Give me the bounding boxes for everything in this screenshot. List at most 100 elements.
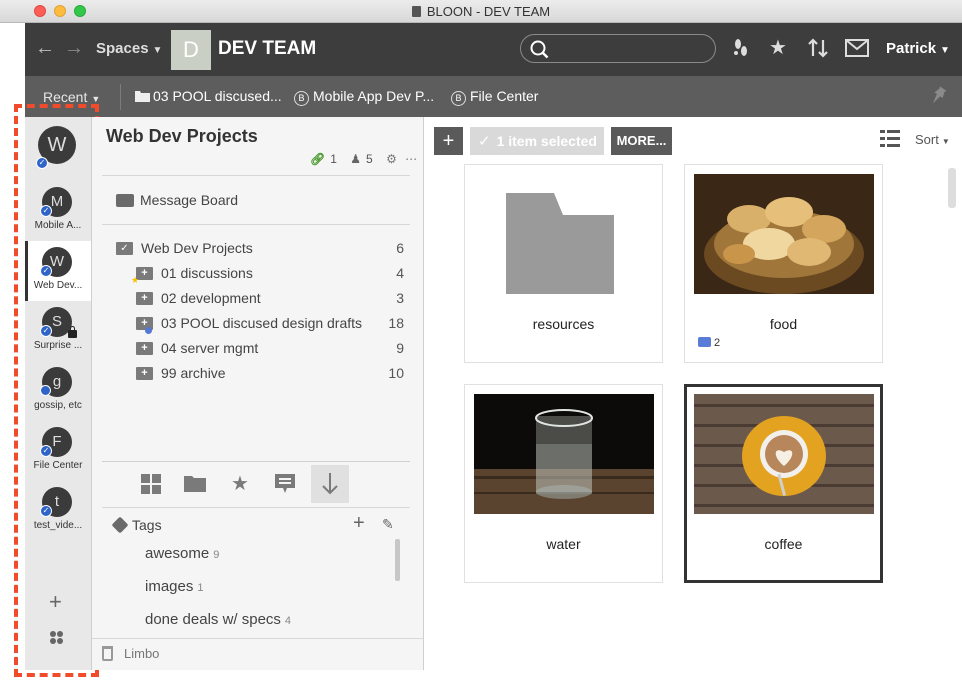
back-arrow-icon[interactable]: ← xyxy=(35,38,55,58)
divider xyxy=(102,175,410,176)
add-item-button[interactable]: + xyxy=(434,127,463,155)
star-icon[interactable]: ★ xyxy=(221,465,259,503)
link-icon: 🔗︎ xyxy=(310,152,326,166)
rail-item-gossip[interactable]: g gossip, etc xyxy=(25,361,91,421)
sort-label: Sort xyxy=(915,132,939,147)
tree-item-root[interactable]: ✓ Web Dev Projects 6 xyxy=(116,239,404,263)
tags-scrollbar[interactable] xyxy=(395,539,400,581)
tree-item-archive[interactable]: + 99 archive 10 xyxy=(116,364,404,388)
file-card-coffee[interactable]: coffee xyxy=(684,384,883,583)
edit-pencil-icon[interactable]: ✎ xyxy=(382,516,394,533)
folder-icon xyxy=(135,91,150,102)
comment-badge-icon xyxy=(145,327,152,334)
recent-link-mobile[interactable]: B Mobile App Dev P... xyxy=(294,88,434,106)
file-card-resources[interactable]: resources xyxy=(464,164,663,363)
rail-item-surprise[interactable]: S ✓ Surprise ... xyxy=(25,301,91,361)
file-card-food[interactable]: food 2 xyxy=(684,164,883,363)
spaces-label: Spaces xyxy=(96,40,149,57)
more-button[interactable]: MORE... xyxy=(611,127,672,155)
file-card-water[interactable]: water xyxy=(464,384,663,583)
divider xyxy=(102,224,410,225)
rail-item-test[interactable]: t ✓ test_vide... xyxy=(25,481,91,541)
status-dot-icon xyxy=(40,385,51,396)
message-board-link[interactable]: Message Board xyxy=(116,192,238,208)
main-scrollbar[interactable] xyxy=(948,168,956,208)
tag-count: 4 xyxy=(284,615,292,627)
folder-icon[interactable] xyxy=(176,465,214,503)
user-menu[interactable]: Patrick ▼ xyxy=(886,40,950,57)
members-count[interactable]: ♟ 5 xyxy=(350,152,377,166)
gear-icon[interactable]: ⚙ xyxy=(386,152,397,166)
window-titlebar: BLOON - DEV TEAM xyxy=(0,0,962,23)
recent-dropdown[interactable]: Recent ▼ xyxy=(43,89,100,105)
spaces-dropdown[interactable]: Spaces ▼ xyxy=(96,40,162,57)
recent-link-filecenter[interactable]: B File Center xyxy=(451,88,538,106)
rail-item-webdev[interactable]: W ✓ Web Dev... xyxy=(25,241,91,301)
recent-link-label: Mobile App Dev P... xyxy=(313,88,435,104)
limbo-label: Limbo xyxy=(124,646,160,661)
panel-view-bar: ★ xyxy=(102,461,410,503)
tree-item-label: Web Dev Projects xyxy=(141,240,253,256)
grid-view-icon[interactable] xyxy=(132,465,170,503)
rail-item-label: test_vide... xyxy=(33,520,83,531)
rail-current-space[interactable]: W ✓ xyxy=(25,117,91,179)
rail-item-filecenter[interactable]: F ✓ File Center xyxy=(25,421,91,481)
tree-item-discussions[interactable]: + ★ 01 discussions 4 xyxy=(116,264,404,288)
comment-icon xyxy=(698,337,711,347)
tags-label: Tags xyxy=(132,517,162,533)
comment-icon[interactable] xyxy=(266,465,304,503)
activity-icon[interactable] xyxy=(731,37,751,64)
tag-icon xyxy=(111,516,129,534)
tree-item-count: 9 xyxy=(396,340,404,356)
comments-count[interactable]: 2 xyxy=(698,337,720,349)
card-name: coffee xyxy=(764,536,803,552)
folder-plus-icon: + xyxy=(136,342,153,355)
search-input[interactable] xyxy=(520,34,716,63)
pin-icon[interactable] xyxy=(928,85,948,107)
chevron-down-icon: ▼ xyxy=(941,137,950,146)
members-icon: ♟ xyxy=(350,152,362,166)
check-badge-icon: ✓ xyxy=(40,505,52,517)
recent-bar: Recent ▼ 03 POOL discused... B Mobile App … xyxy=(25,76,962,117)
limbo-link[interactable]: Limbo xyxy=(92,638,424,670)
forward-arrow-icon[interactable]: → xyxy=(64,38,84,58)
card-name: food xyxy=(769,316,798,332)
folder-plus-icon: + xyxy=(136,367,153,380)
tree-item-server[interactable]: + 04 server mgmt 9 xyxy=(116,339,404,363)
recent-link-pool[interactable]: 03 POOL discused... xyxy=(135,88,282,104)
apps-grid-icon[interactable] xyxy=(50,631,64,645)
tag-item[interactable]: awesome 9 xyxy=(145,545,219,562)
check-badge-icon: ✓ xyxy=(36,157,48,169)
download-arrow-icon[interactable] xyxy=(311,465,349,503)
tree-item-pool[interactable]: + 03 POOL discused design drafts 18 xyxy=(116,314,404,338)
links-count[interactable]: 🔗︎ 1 xyxy=(310,152,342,166)
space-name: DEV TEAM xyxy=(218,38,317,59)
chevron-down-icon: ▼ xyxy=(152,45,163,56)
panel-meta: 🔗︎ 1 ♟ 5 ⚙ ⋯ xyxy=(310,152,422,166)
tag-item[interactable]: images 1 xyxy=(145,578,203,595)
sort-dropdown[interactable]: Sort ▼ xyxy=(915,132,950,147)
check-badge-icon: ✓ xyxy=(40,445,52,457)
rail-item-mobile[interactable]: M ✓ Mobile A... xyxy=(25,181,91,241)
selection-button[interactable]: ✓ 1 item selected xyxy=(470,127,604,155)
tree-item-count: 3 xyxy=(396,290,404,306)
star-icon[interactable]: ★ xyxy=(769,37,787,59)
list-view-icon[interactable] xyxy=(880,130,900,148)
tree-item-development[interactable]: + 02 development 3 xyxy=(116,289,404,313)
tag-item[interactable]: done deals w/ specs 4 xyxy=(145,611,291,628)
add-space-icon[interactable]: + xyxy=(49,589,62,615)
coffee-thumbnail xyxy=(694,394,874,514)
rail-item-label: Surprise ... xyxy=(33,340,83,351)
app-icon xyxy=(411,6,421,17)
add-tag-icon[interactable]: + xyxy=(353,512,365,535)
sort-arrows-icon[interactable] xyxy=(807,37,829,64)
mail-icon[interactable] xyxy=(845,37,869,62)
bloon-icon: B xyxy=(451,91,466,106)
more-dots-icon[interactable]: ⋯ xyxy=(405,152,417,166)
space-badge[interactable]: D xyxy=(171,30,211,70)
check-badge-icon: ✓ xyxy=(40,325,52,337)
tree-item-count: 18 xyxy=(388,315,404,331)
comment-count-label: 2 xyxy=(714,337,721,349)
card-name: water xyxy=(546,536,581,552)
chevron-down-icon: ▼ xyxy=(91,94,101,104)
